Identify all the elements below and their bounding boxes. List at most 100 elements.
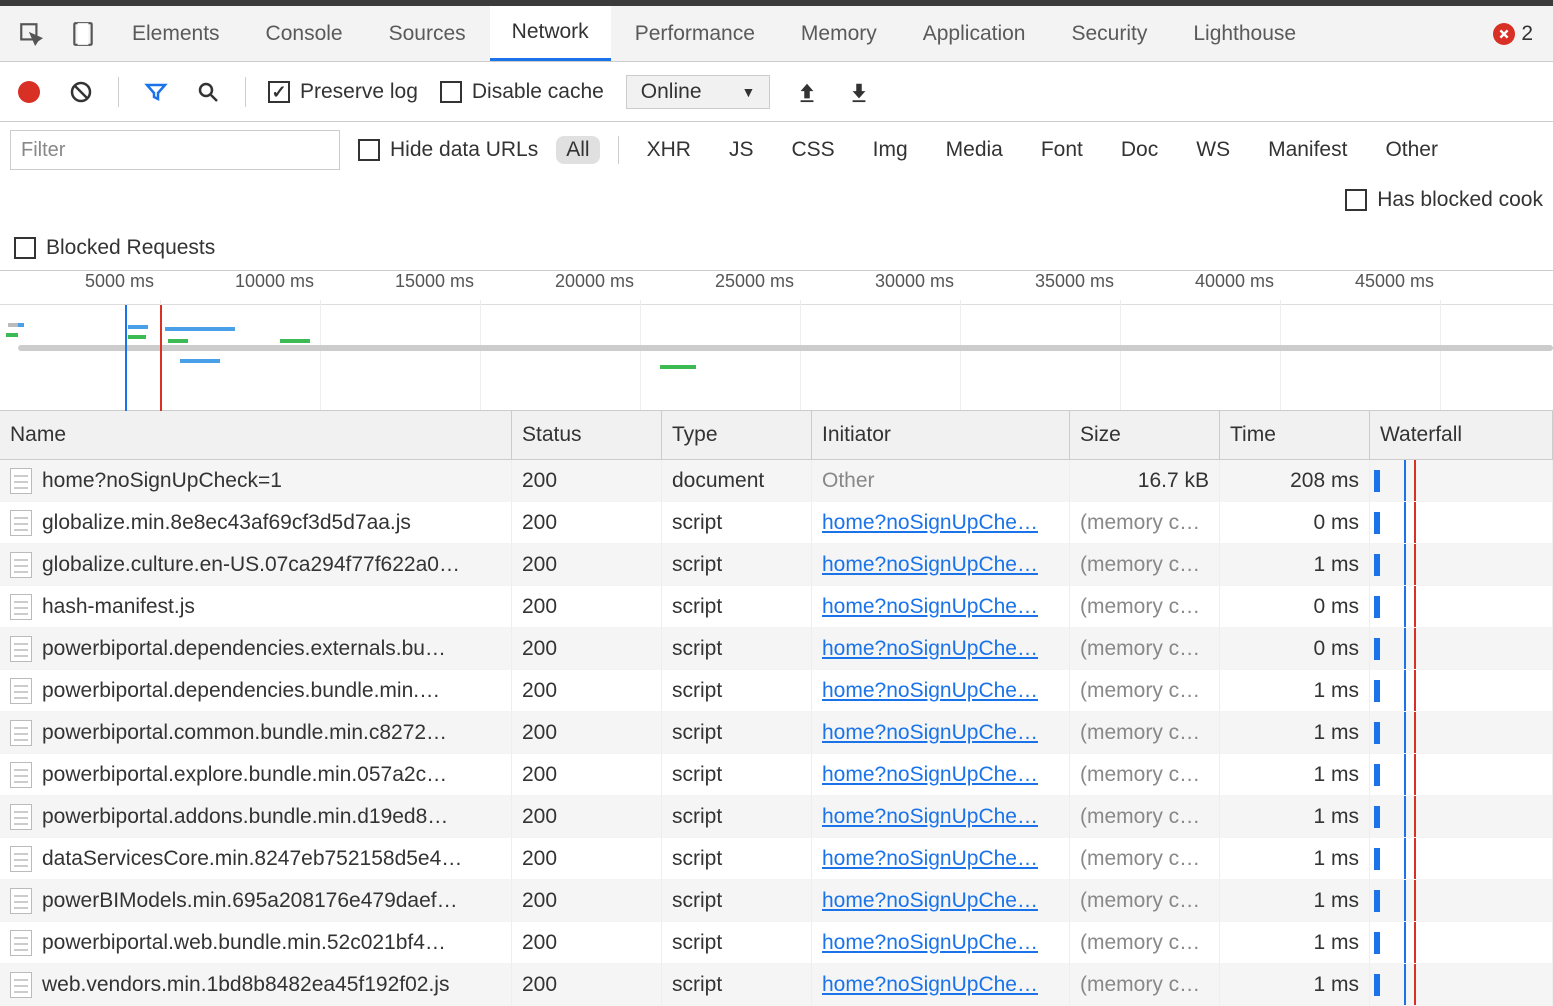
throttling-select[interactable]: Online ▼: [626, 75, 771, 109]
cell-name[interactable]: powerbiportal.dependencies.externals.bu…: [0, 628, 512, 670]
column-header-name[interactable]: Name: [0, 411, 512, 460]
network-overview-timeline[interactable]: 5000 ms10000 ms15000 ms20000 ms25000 ms3…: [0, 271, 1553, 411]
clear-button[interactable]: [66, 77, 96, 107]
file-icon: [10, 762, 32, 788]
tab-lighthouse[interactable]: Lighthouse: [1171, 6, 1318, 61]
error-count-badge[interactable]: 2: [1493, 22, 1547, 46]
upload-har-icon[interactable]: [792, 77, 822, 107]
cell-initiator: home?noSignUpChe…: [812, 964, 1070, 1006]
cell-name[interactable]: globalize.min.8e8ec43af69cf3d5d7aa.js: [0, 502, 512, 544]
column-header-waterfall[interactable]: Waterfall: [1370, 411, 1553, 460]
filter-type-doc[interactable]: Doc: [1111, 136, 1168, 164]
column-header-status[interactable]: Status: [512, 411, 662, 460]
ruler-tick: 35000 ms: [1035, 271, 1120, 292]
tab-console[interactable]: Console: [244, 6, 365, 61]
cell-name[interactable]: powerbiportal.web.bundle.min.52c021bf4…: [0, 922, 512, 964]
filter-toggle-icon[interactable]: [141, 77, 171, 107]
tab-sources[interactable]: Sources: [367, 6, 488, 61]
filter-type-font[interactable]: Font: [1031, 136, 1093, 164]
cell-name[interactable]: powerbiportal.common.bundle.min.c8272…: [0, 712, 512, 754]
initiator-link[interactable]: home?noSignUpChe…: [822, 679, 1038, 703]
file-icon: [10, 678, 32, 704]
record-button[interactable]: [14, 77, 44, 107]
cell-size: (memory c…: [1070, 628, 1220, 670]
filter-input[interactable]: [10, 130, 340, 170]
file-icon: [10, 594, 32, 620]
overview-canvas: [0, 305, 1553, 411]
initiator-link[interactable]: home?noSignUpChe…: [822, 595, 1038, 619]
initiator-link[interactable]: home?noSignUpChe…: [822, 931, 1038, 955]
initiator-link[interactable]: home?noSignUpChe…: [822, 637, 1038, 661]
cell-name[interactable]: web.vendors.min.1bd8b8482ea45f192f02.js: [0, 964, 512, 1006]
cell-waterfall: [1370, 460, 1553, 502]
ruler-tick: 5000 ms: [85, 271, 160, 292]
cell-time: 1 ms: [1220, 922, 1370, 964]
device-toggle-icon[interactable]: [58, 6, 108, 61]
cell-waterfall: [1370, 796, 1553, 838]
hide-data-urls-checkbox[interactable]: Hide data URLs: [358, 138, 538, 162]
cell-status: 200: [512, 838, 662, 880]
cell-name[interactable]: dataServicesCore.min.8247eb752158d5e4…: [0, 838, 512, 880]
checkbox-unchecked-icon: [14, 237, 36, 259]
filter-type-img[interactable]: Img: [863, 136, 918, 164]
cell-status: 200: [512, 544, 662, 586]
cell-type: script: [662, 712, 812, 754]
cell-name[interactable]: powerBIModels.min.695a208176e479daef…: [0, 880, 512, 922]
filter-type-manifest[interactable]: Manifest: [1258, 136, 1357, 164]
network-filter-bar: Hide data URLs All XHR JS CSS Img Media Font Do…: [0, 122, 1553, 271]
column-header-time[interactable]: Time: [1220, 411, 1370, 460]
column-header-initiator[interactable]: Initiator: [812, 411, 1070, 460]
tab-network[interactable]: Network: [490, 6, 611, 61]
timeline-ruler: 5000 ms10000 ms15000 ms20000 ms25000 ms3…: [0, 271, 1553, 305]
cell-size: (memory c…: [1070, 586, 1220, 628]
file-icon: [10, 972, 32, 998]
cell-status: 200: [512, 460, 662, 502]
cell-status: 200: [512, 880, 662, 922]
cell-name[interactable]: powerbiportal.addons.bundle.min.d19ed8…: [0, 796, 512, 838]
disable-cache-checkbox[interactable]: Disable cache: [440, 80, 604, 104]
initiator-link[interactable]: home?noSignUpChe…: [822, 721, 1038, 745]
filter-type-media[interactable]: Media: [936, 136, 1013, 164]
initiator-link[interactable]: home?noSignUpChe…: [822, 511, 1038, 535]
download-har-icon[interactable]: [844, 77, 874, 107]
filter-type-other[interactable]: Other: [1375, 136, 1448, 164]
tab-security[interactable]: Security: [1049, 6, 1169, 61]
filter-type-all[interactable]: All: [556, 136, 599, 164]
tab-memory[interactable]: Memory: [779, 6, 899, 61]
tab-performance[interactable]: Performance: [613, 6, 777, 61]
preserve-log-checkbox[interactable]: Preserve log: [268, 80, 418, 104]
cell-name[interactable]: hash-manifest.js: [0, 586, 512, 628]
filter-type-js[interactable]: JS: [719, 136, 764, 164]
tab-application[interactable]: Application: [901, 6, 1048, 61]
cell-name[interactable]: powerbiportal.explore.bundle.min.057a2c…: [0, 754, 512, 796]
cell-name[interactable]: globalize.culture.en-US.07ca294f77f622a0…: [0, 544, 512, 586]
initiator-link[interactable]: home?noSignUpChe…: [822, 889, 1038, 913]
checkbox-unchecked-icon: [440, 81, 462, 103]
filter-type-xhr[interactable]: XHR: [637, 136, 701, 164]
initiator-link[interactable]: home?noSignUpChe…: [822, 805, 1038, 829]
initiator-link[interactable]: home?noSignUpChe…: [822, 847, 1038, 871]
filter-type-ws[interactable]: WS: [1186, 136, 1240, 164]
column-header-size[interactable]: Size: [1070, 411, 1220, 460]
file-icon: [10, 552, 32, 578]
blocked-requests-checkbox[interactable]: Blocked Requests: [14, 236, 215, 260]
column-header-type[interactable]: Type: [662, 411, 812, 460]
cell-waterfall: [1370, 586, 1553, 628]
cell-initiator: home?noSignUpChe…: [812, 754, 1070, 796]
chevron-down-icon: ▼: [742, 84, 756, 100]
inspect-element-icon[interactable]: [6, 6, 56, 61]
cell-type: script: [662, 796, 812, 838]
cell-name[interactable]: powerbiportal.dependencies.bundle.min.…: [0, 670, 512, 712]
tab-elements[interactable]: Elements: [110, 6, 242, 61]
cell-type: script: [662, 502, 812, 544]
search-icon[interactable]: [193, 77, 223, 107]
cell-name[interactable]: home?noSignUpCheck=1: [0, 460, 512, 502]
cell-time: 1 ms: [1220, 796, 1370, 838]
initiator-link[interactable]: home?noSignUpChe…: [822, 763, 1038, 787]
cell-status: 200: [512, 586, 662, 628]
cell-initiator: home?noSignUpChe…: [812, 796, 1070, 838]
has-blocked-cookies-checkbox[interactable]: Has blocked cook: [1345, 188, 1543, 212]
initiator-link[interactable]: home?noSignUpChe…: [822, 553, 1038, 577]
filter-type-css[interactable]: CSS: [781, 136, 844, 164]
toolbar-divider: [245, 77, 246, 107]
